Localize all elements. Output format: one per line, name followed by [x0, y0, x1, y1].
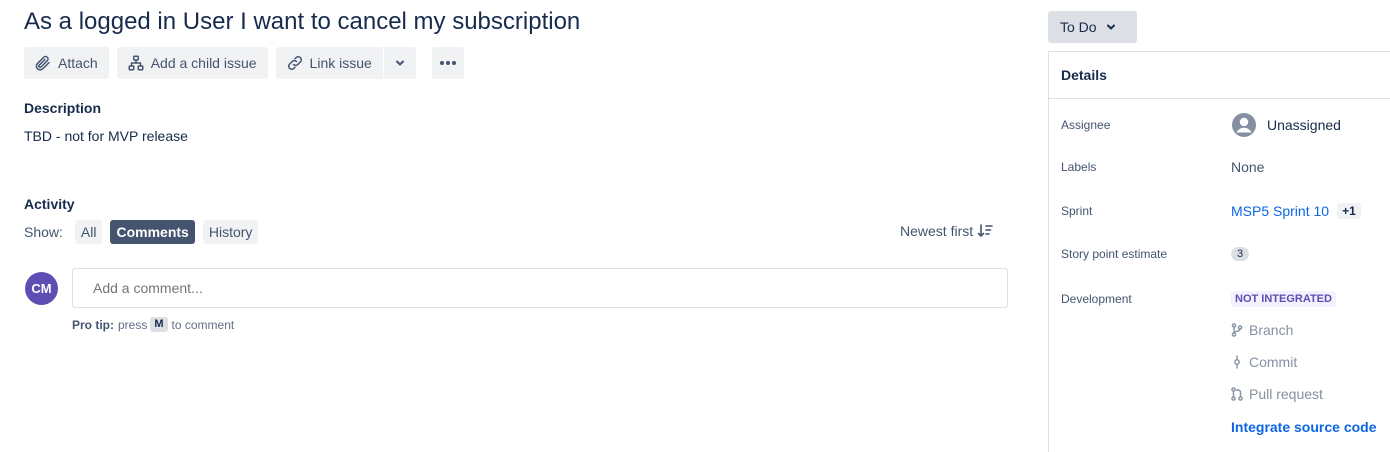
- attach-button[interactable]: Attach: [24, 47, 109, 79]
- description-heading: Description: [24, 100, 102, 116]
- paperclip-icon: [35, 55, 50, 71]
- labels-value[interactable]: None: [1231, 159, 1264, 175]
- chevron-down-icon: [395, 60, 404, 66]
- filter-history-button[interactable]: History: [202, 220, 259, 244]
- more-actions-button[interactable]: [431, 47, 464, 79]
- branch-item: Branch: [1231, 322, 1293, 338]
- add-child-issue-button[interactable]: Add a child issue: [116, 47, 268, 79]
- pro-tip-label: Pro tip:: [72, 317, 114, 332]
- assignee-value: Unassigned: [1267, 117, 1341, 133]
- more-icon: [439, 61, 456, 65]
- details-panel: Details Assignee Unassigned Labels None …: [1048, 51, 1390, 452]
- not-integrated-lozenge: NOT INTEGRATED: [1231, 291, 1336, 307]
- shortcut-key: M: [150, 317, 168, 332]
- pro-tip: Pro tip: press M to comment: [72, 317, 234, 332]
- sort-label: Newest first: [900, 223, 974, 239]
- description-text[interactable]: TBD - not for MVP release: [24, 128, 188, 144]
- integrate-source-code-link[interactable]: Integrate source code: [1231, 419, 1377, 435]
- issue-title[interactable]: As a logged in User I want to cancel my …: [24, 8, 580, 36]
- pro-tip-suffix: to comment: [171, 317, 235, 332]
- sprint-field[interactable]: MSP5 Sprint 10 +1: [1231, 203, 1361, 219]
- details-header[interactable]: Details: [1049, 52, 1390, 99]
- assignee-row: Assignee Unassigned: [1061, 112, 1341, 138]
- user-avatar: CM: [25, 272, 58, 305]
- activity-filter-bar: Show: All Comments History: [24, 220, 266, 244]
- status-label: To Do: [1060, 19, 1097, 35]
- pull-request-icon: [1231, 387, 1243, 401]
- development-row: Development NOT INTEGRATED: [1061, 291, 1336, 307]
- branch-icon: [1231, 323, 1243, 337]
- chevron-down-icon: [1106, 24, 1115, 30]
- assignee-label: Assignee: [1061, 118, 1111, 132]
- sprint-extra-badge[interactable]: +1: [1337, 203, 1361, 219]
- show-label: Show:: [24, 224, 63, 240]
- commit-item: Commit: [1231, 354, 1297, 370]
- sprint-link[interactable]: MSP5 Sprint 10: [1231, 203, 1329, 219]
- link-issue-dropdown-button[interactable]: [382, 47, 416, 79]
- sprint-label: Sprint: [1061, 204, 1093, 218]
- link-icon: [287, 55, 302, 71]
- child-issue-icon: [128, 55, 144, 71]
- pull-request-item: Pull request: [1231, 386, 1323, 402]
- assignee-field[interactable]: Unassigned: [1231, 112, 1341, 138]
- development-label: Development: [1061, 292, 1132, 306]
- status-dropdown-button[interactable]: To Do: [1048, 11, 1137, 43]
- attach-label: Attach: [58, 55, 98, 71]
- add-child-issue-label: Add a child issue: [150, 55, 257, 71]
- link-issue-button[interactable]: Link issue: [275, 47, 383, 79]
- labels-label: Labels: [1061, 160, 1097, 174]
- filter-comments-button[interactable]: Comments: [110, 220, 195, 244]
- filter-all-button[interactable]: All: [74, 220, 103, 244]
- pull-request-label: Pull request: [1249, 386, 1323, 402]
- story-points-row: Story point estimate 3: [1061, 247, 1250, 261]
- sprint-row: Sprint MSP5 Sprint 10 +1: [1061, 203, 1361, 219]
- comment-input[interactable]: [72, 268, 1008, 308]
- sort-order-button[interactable]: Newest first: [900, 223, 993, 239]
- commit-label: Commit: [1249, 354, 1298, 370]
- branch-label: Branch: [1249, 322, 1294, 338]
- issue-toolbar: Attach Add a child issue Link issue: [24, 47, 472, 79]
- activity-heading: Activity: [24, 196, 75, 212]
- user-avatar-icon: [1232, 113, 1256, 137]
- pro-tip-press: press: [118, 317, 148, 332]
- story-points-field[interactable]: 3: [1231, 247, 1250, 261]
- story-points-label: Story point estimate: [1061, 247, 1168, 261]
- sort-icon: [977, 224, 993, 238]
- link-issue-label: Link issue: [309, 55, 372, 71]
- labels-row: Labels None: [1061, 159, 1264, 175]
- development-status: NOT INTEGRATED: [1231, 291, 1336, 307]
- commit-icon: [1234, 355, 1240, 369]
- story-points-badge: 3: [1231, 247, 1250, 261]
